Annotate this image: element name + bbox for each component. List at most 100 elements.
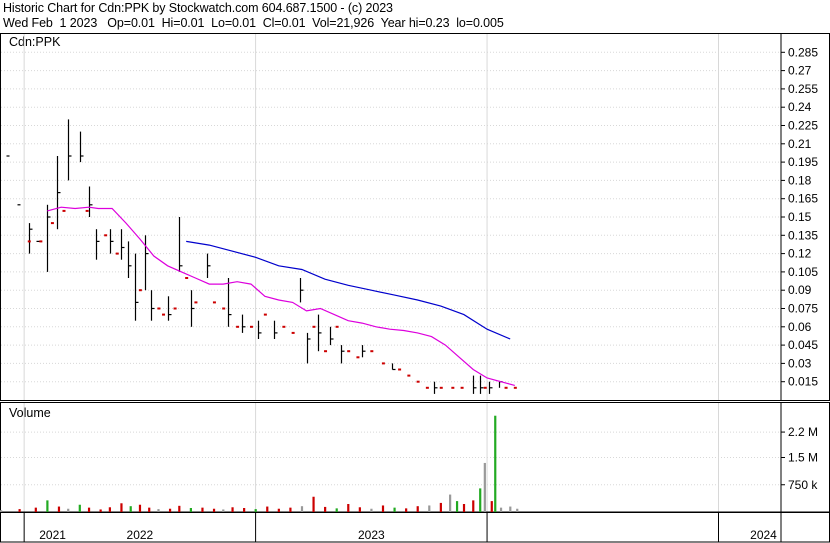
- volume-bars: [0, 415, 519, 512]
- y-tick-label: 0.06: [788, 320, 812, 334]
- volume-bar: [148, 507, 151, 512]
- volume-bar: [18, 509, 21, 512]
- axis-labels: 0.285 0.27 0.255 0.24 0.225 0.21 0.195 0.18 0.16…: [23, 45, 818, 542]
- price-tick: [282, 325, 286, 328]
- price-tick: [324, 350, 328, 353]
- volume-bar: [509, 506, 512, 512]
- price-tick: [194, 301, 198, 304]
- historic-chart: 0.285 0.27 0.255 0.24 0.225 0.21 0.195 0.18 0.16…: [0, 33, 830, 543]
- y-tick-label: 0.195: [788, 155, 818, 169]
- price-tick: [263, 313, 267, 316]
- y-tick-label: 0.075: [788, 302, 818, 316]
- volume-bar: [87, 507, 91, 512]
- volume-bar: [46, 500, 49, 512]
- y-tick-label: 0.255: [788, 82, 818, 96]
- volume-bar: [222, 509, 225, 512]
- price-tick: [212, 301, 216, 304]
- volume-bar: [231, 507, 234, 512]
- volume-bar: [405, 508, 408, 512]
- volume-bar: [0, 510, 3, 512]
- volume-bar: [289, 507, 292, 512]
- volume-bar: [78, 504, 81, 512]
- price-tick: [451, 386, 455, 389]
- volume-bar: [277, 508, 280, 512]
- price-tick: [185, 277, 189, 279]
- y-tick-label: 0.18: [788, 173, 812, 187]
- price-tick: [50, 222, 54, 225]
- x-year-label: 2023: [358, 528, 385, 542]
- volume-bar: [479, 488, 482, 512]
- volume-bar: [108, 507, 111, 512]
- volume-bar: [499, 507, 503, 512]
- price-tick: [173, 307, 177, 310]
- price-tick: [236, 325, 240, 328]
- y-tick-label: 0.015: [788, 375, 818, 389]
- panel-frames: [0, 33, 830, 543]
- volume-bar: [57, 506, 61, 512]
- price-tick: [425, 386, 429, 389]
- price-tick: [381, 362, 385, 365]
- volume-bar: [129, 506, 132, 512]
- volume-bar: [168, 508, 172, 512]
- price-tick: [291, 331, 295, 334]
- y-tick-label: 0.045: [788, 338, 818, 352]
- x-axis-frame: [0, 511, 830, 543]
- price-tick: [356, 356, 360, 359]
- volume-bar: [189, 508, 192, 512]
- grid-lines: [1, 34, 781, 512]
- moving-average-lines: [47, 206, 515, 386]
- y-tick-label: 0.03: [788, 356, 812, 370]
- volume-bar: [393, 507, 396, 512]
- price-tick: [416, 380, 420, 383]
- price-tick: [439, 386, 443, 389]
- volume-bar: [201, 507, 204, 512]
- y-tick-label: 0.225: [788, 119, 818, 133]
- volume-bar: [67, 508, 70, 512]
- volume-bar: [335, 508, 338, 512]
- volume-bar: [157, 509, 160, 512]
- price-tick: [39, 240, 43, 243]
- price-tick: [222, 307, 226, 310]
- price-tick: [27, 240, 31, 243]
- volume-bar: [381, 505, 385, 512]
- volume-bar: [312, 496, 315, 512]
- y-tick-label: 0.165: [788, 192, 818, 206]
- y-tick-label: 0.15: [788, 210, 812, 224]
- volume-bar: [494, 415, 497, 512]
- price-tick: [398, 368, 402, 371]
- moving-average-short: [47, 206, 515, 386]
- volume-bar: [120, 503, 123, 512]
- price-tick: [347, 350, 351, 353]
- y-tick-label: 0.24: [788, 100, 812, 114]
- price-tick: [249, 325, 253, 328]
- vol-y-tick-label: 2.2 M: [788, 425, 818, 439]
- price-ticks: [27, 209, 517, 389]
- x-year-label: 2024: [750, 528, 777, 542]
- volume-bar: [243, 508, 246, 512]
- price-tick: [312, 325, 316, 328]
- y-tick-label: 0.27: [788, 64, 812, 78]
- volume-bar: [324, 506, 327, 512]
- vol-y-tick-label: 750 k: [788, 478, 818, 492]
- y-tick-label: 0.135: [788, 228, 818, 242]
- volume-bar: [300, 506, 304, 512]
- volume-bar: [212, 508, 216, 512]
- price-tick: [157, 307, 161, 310]
- price-tick: [85, 209, 89, 212]
- price-tick: [370, 350, 374, 353]
- price-tick: [483, 386, 487, 389]
- volume-bar: [472, 500, 475, 512]
- volume-bar: [462, 504, 466, 512]
- volume-bar: [347, 504, 350, 512]
- volume-bar: [483, 462, 486, 512]
- price-tick: [138, 289, 142, 292]
- volume-bar: [455, 501, 459, 512]
- y-tick-label: 0.285: [788, 45, 818, 59]
- volume-bar: [138, 504, 142, 512]
- x-year-label: 2021: [39, 528, 66, 542]
- price-tick: [162, 313, 166, 316]
- y-tick-label: 0.21: [788, 137, 812, 151]
- price-tick: [62, 209, 66, 212]
- volume-bar: [358, 507, 361, 512]
- y-tick-label: 0.105: [788, 265, 818, 279]
